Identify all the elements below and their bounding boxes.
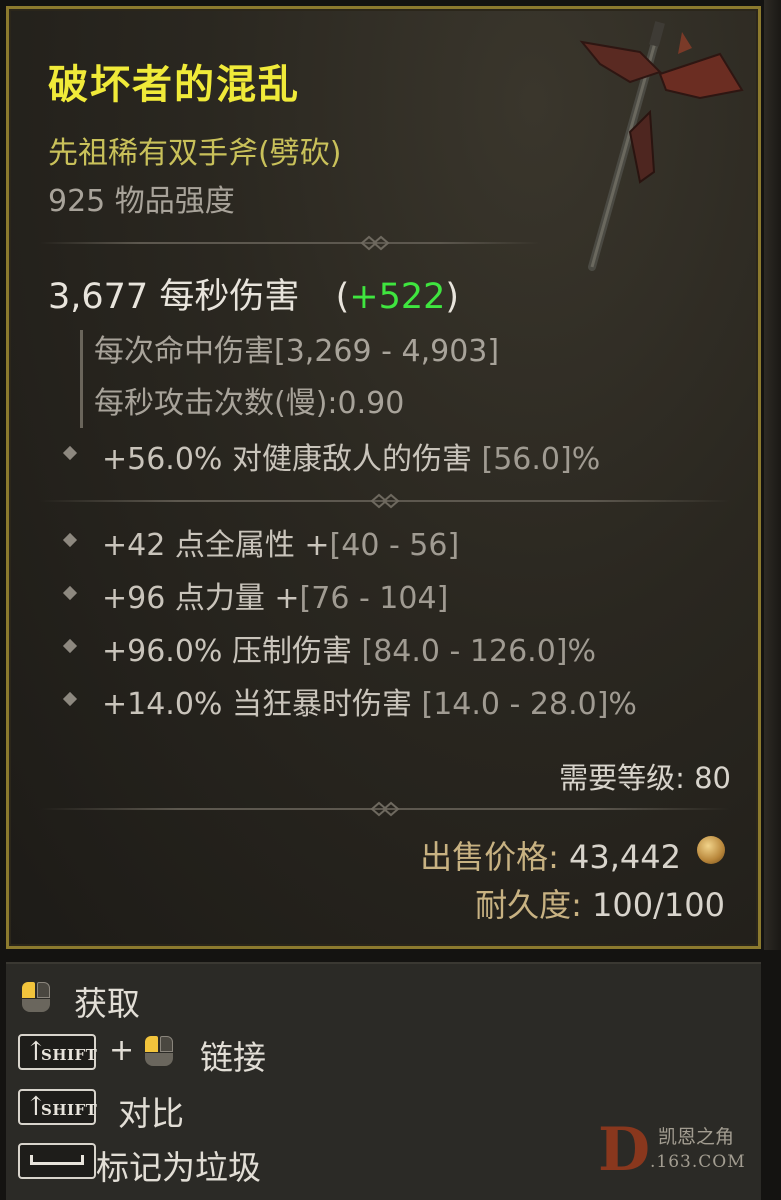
- window-frame-edge: [764, 0, 781, 950]
- mouse-left-click-icon: [145, 1036, 173, 1066]
- site-watermark-logo: D 凯恩之角 .163.COM: [592, 1118, 762, 1188]
- damage-per-hit: 每次命中伤害[3,269 - 4,903]: [94, 334, 500, 369]
- sell-price: 出售价格: 43,442: [420, 832, 681, 878]
- dps-bonus: +522: [349, 277, 446, 317]
- gold-coin-icon: [697, 836, 725, 864]
- shift-key-label: SHIFT: [41, 1101, 98, 1119]
- implicit-affix: +56.0% 对健康敌人的伤害 [56.0]%: [102, 434, 600, 478]
- mouse-left-click-icon: [22, 982, 50, 1012]
- required-level: 需要等级: 80: [559, 761, 731, 795]
- affix-text: +96 点力量 +: [102, 581, 300, 616]
- affix-text: +14.0% 当狂暴时伤害: [102, 687, 422, 722]
- sell-price-label: 出售价格:: [420, 838, 559, 876]
- dps-close-paren: ): [445, 277, 460, 317]
- item-power: 925 物品强度: [48, 184, 235, 219]
- affix-range: [84.0 - 126.0]%: [361, 634, 597, 669]
- affix-range: [14.0 - 28.0]%: [421, 687, 637, 722]
- durability: 耐久度: 100/100: [475, 880, 725, 926]
- attacks-per-second: 每秒攻击次数(慢):0.90: [94, 386, 405, 421]
- item-name: 破坏者的混乱: [48, 62, 300, 108]
- sell-price-value: 43,442: [558, 838, 681, 876]
- plus-sign: +: [109, 1033, 135, 1068]
- affix-row: +14.0% 当狂暴时伤害 [14.0 - 28.0]%: [102, 679, 637, 723]
- action-link[interactable]: 链接: [200, 1031, 266, 1079]
- watermark-site-name: 凯恩之角: [658, 1126, 735, 1148]
- affix-text: +42 点全属性 +: [102, 528, 330, 563]
- shift-key-icon: ↑ SHIFT: [18, 1034, 98, 1070]
- action-compare[interactable]: 对比: [118, 1087, 184, 1135]
- dps-line: 3,677 每秒伤害 (+522): [48, 268, 459, 319]
- action-take[interactable]: 获取: [74, 977, 140, 1025]
- implicit-affix-range: [56.0]%: [481, 442, 601, 477]
- dps-open-paren: (: [335, 277, 350, 317]
- shift-key-label: SHIFT: [41, 1046, 98, 1064]
- space-key-icon: [18, 1143, 96, 1179]
- axe-item-image: [579, 21, 744, 271]
- affix-row: +96.0% 压制伤害 [84.0 - 126.0]%: [102, 626, 596, 670]
- item-type-line: 先祖稀有双手斧(劈砍): [48, 136, 342, 171]
- implicit-affix-text: +56.0% 对健康敌人的伤害: [102, 442, 482, 477]
- divider: [40, 493, 730, 509]
- durability-label: 耐久度:: [475, 886, 582, 924]
- durability-value: 100/100: [581, 886, 725, 924]
- divider: [40, 801, 730, 817]
- watermark-letter: D: [598, 1115, 651, 1185]
- watermark-url: .163.COM: [650, 1152, 746, 1172]
- affix-row: +96 点力量 +[76 - 104]: [102, 573, 448, 617]
- action-mark-junk[interactable]: 标记为垃圾: [96, 1141, 261, 1189]
- stat-bracket: [80, 330, 83, 428]
- affix-row: +42 点全属性 +[40 - 56]: [102, 520, 459, 564]
- affix-text: +96.0% 压制伤害: [102, 634, 362, 669]
- dps-value: 3,677 每秒伤害: [48, 277, 300, 317]
- shift-key-icon: ↑ SHIFT: [18, 1089, 98, 1125]
- affix-range: [40 - 56]: [329, 528, 460, 563]
- affix-range: [76 - 104]: [299, 581, 449, 616]
- divider: [40, 235, 540, 251]
